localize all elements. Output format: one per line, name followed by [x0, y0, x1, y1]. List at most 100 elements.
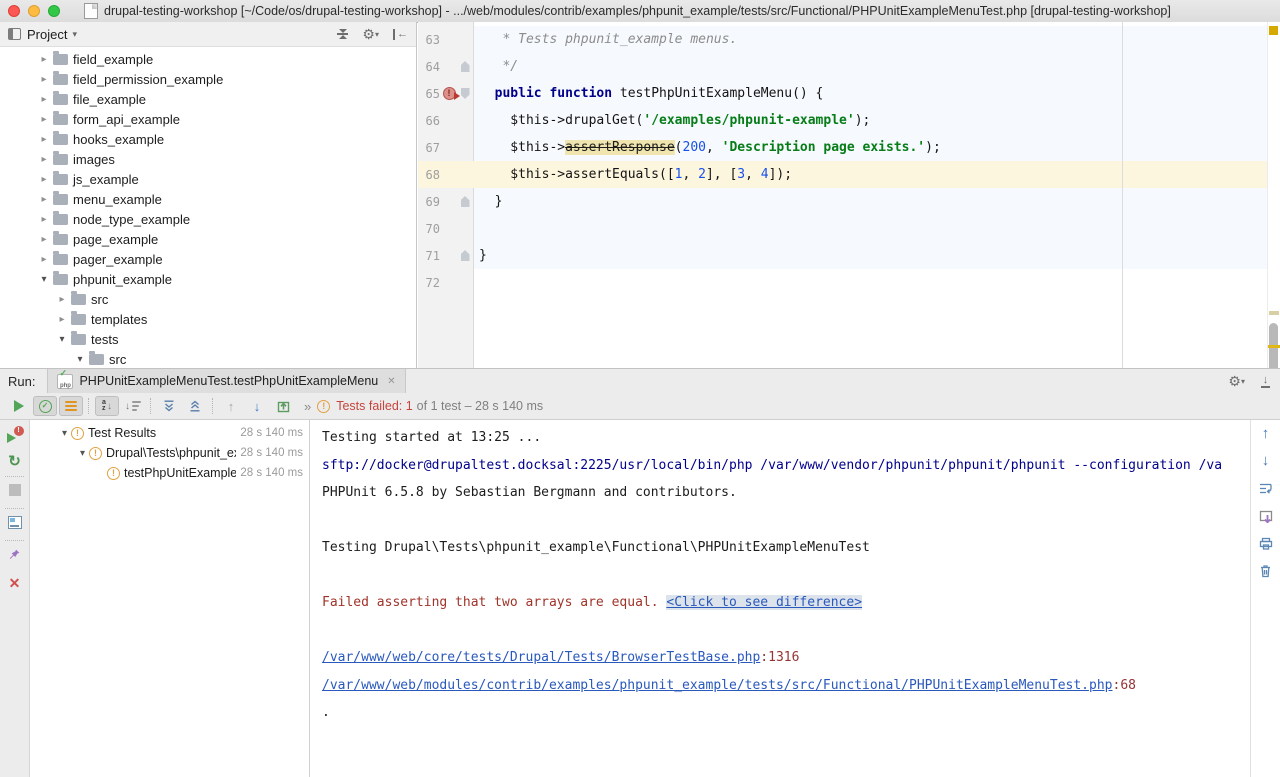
diff-link[interactable]: <Click to see difference> [666, 595, 862, 610]
chevron-down-icon[interactable]: ▾ [76, 448, 89, 459]
collapse-all-icon[interactable] [183, 396, 207, 416]
chevron-right-icon[interactable]: ▸ [38, 54, 50, 65]
code-text[interactable]: * Tests phpunit_example menus. [474, 26, 1268, 53]
warning-stripe-mark[interactable] [1268, 345, 1280, 348]
code-line[interactable]: 70 [418, 215, 1268, 242]
editor[interactable]: 63 * Tests phpunit_example menus.64 */65… [418, 22, 1280, 368]
chevron-right-icon[interactable]: ▸ [38, 134, 50, 145]
code-line[interactable]: 71} [418, 242, 1268, 269]
stack-trace-link[interactable]: /var/www/web/modules/contrib/examples/ph… [322, 678, 1113, 693]
code-text[interactable]: } [474, 242, 1268, 269]
rerun-icon[interactable]: ↻ [0, 454, 29, 469]
project-tree-item[interactable]: ▸node_type_example [38, 209, 416, 229]
code-text[interactable]: } [474, 188, 1268, 215]
close-icon[interactable]: ✕ [0, 576, 29, 590]
code-line[interactable]: 72 [418, 269, 1268, 296]
chevron-right-icon[interactable]: ▸ [38, 194, 50, 205]
chevron-right-icon[interactable]: ▸ [38, 254, 50, 265]
code-line[interactable]: 69 } [418, 188, 1268, 215]
close-window-button[interactable] [8, 5, 20, 17]
code-text[interactable] [474, 269, 1268, 296]
hide-panel-icon[interactable]: ← [393, 29, 408, 40]
close-icon[interactable]: ✕ [387, 376, 395, 387]
clear-all-icon[interactable] [1251, 564, 1280, 578]
project-tree-item[interactable]: ▸field_example [38, 49, 416, 69]
project-tree-item[interactable]: ▸pager_example [38, 249, 416, 269]
test-console[interactable]: Testing started at 13:25 ...sftp://docke… [310, 420, 1250, 777]
more-chevron-icon[interactable]: » [304, 399, 311, 414]
fold-marker-icon[interactable] [461, 88, 470, 99]
collapse-vertical-icon[interactable] [337, 27, 348, 41]
project-tree-item[interactable]: ▾tests [38, 329, 416, 349]
export-test-results-icon[interactable] [271, 396, 295, 416]
project-tree-item[interactable]: ▸page_example [38, 229, 416, 249]
project-tree-item[interactable]: ▾src [38, 349, 416, 369]
settings-gear-icon[interactable]: ⚙▾ [1228, 374, 1245, 388]
rerun-failed-tests-icon[interactable]: ! [0, 429, 29, 443]
show-passed-icon[interactable]: ✓ [33, 396, 57, 416]
chevron-right-icon[interactable]: ▸ [56, 294, 68, 305]
project-tree-item[interactable]: ▸images [38, 149, 416, 169]
error-stripe-indicator[interactable] [1269, 26, 1278, 35]
rerun-icon[interactable] [7, 396, 31, 416]
chevron-right-icon[interactable]: ▸ [38, 74, 50, 85]
fold-marker-icon[interactable] [461, 196, 470, 207]
minimize-window-button[interactable] [28, 5, 40, 17]
zoom-window-button[interactable] [48, 5, 60, 17]
code-line[interactable]: 66 $this->drupalGet('/examples/phpunit-e… [418, 107, 1268, 134]
project-tree-item[interactable]: ▸field_permission_example [38, 69, 416, 89]
project-panel-title[interactable]: Project [27, 27, 67, 42]
chevron-right-icon[interactable]: ▸ [38, 174, 50, 185]
next-failed-test-icon[interactable]: ↓ [245, 396, 269, 416]
soft-wrap-icon[interactable] [1251, 482, 1280, 495]
editor-scrollbar[interactable] [1267, 22, 1280, 368]
warning-stripe-mark[interactable] [1269, 311, 1279, 315]
run-tab[interactable]: php PHPUnitExampleMenuTest.testPhpUnitEx… [47, 369, 405, 393]
chevron-down-icon[interactable]: ▾ [74, 354, 86, 365]
chevron-right-icon[interactable]: ▸ [38, 114, 50, 125]
chevron-right-icon[interactable]: ▸ [38, 154, 50, 165]
project-tree-item[interactable]: ▸menu_example [38, 189, 416, 209]
fold-marker-icon[interactable] [461, 61, 470, 72]
test-tree-item[interactable]: ▾!Test Results28 s 140 ms [30, 423, 309, 443]
hide-tool-window-icon[interactable]: ↓ [1261, 375, 1270, 388]
test-tree-item[interactable]: ▾!Drupal\Tests\phpunit_ex28 s 140 ms [30, 443, 309, 463]
code-text[interactable] [474, 215, 1268, 242]
settings-gear-icon[interactable]: ⚙▾ [362, 27, 379, 41]
sort-by-duration-icon[interactable]: ↓ [121, 396, 145, 416]
stop-icon[interactable] [0, 484, 29, 496]
code-text[interactable]: */ [474, 53, 1268, 80]
sort-alphabetically-icon[interactable]: az↓ [95, 396, 119, 416]
chevron-down-icon[interactable]: ▾ [72, 29, 77, 40]
code-line[interactable]: 68 $this->assertEquals([1, 2], [3, 4]); [418, 161, 1268, 188]
project-tree-item[interactable]: ▸hooks_example [38, 129, 416, 149]
code-text[interactable]: public function testPhpUnitExampleMenu()… [474, 80, 1268, 107]
show-ignored-icon[interactable] [59, 396, 83, 416]
chevron-down-icon[interactable]: ▾ [38, 274, 50, 285]
chevron-right-icon[interactable]: ▸ [38, 234, 50, 245]
test-tree-item[interactable]: !testPhpUnitExampleM28 s 140 ms [30, 463, 309, 483]
print-icon[interactable] [1251, 537, 1280, 550]
code-line[interactable]: 63 * Tests phpunit_example menus. [418, 26, 1268, 53]
project-tree-item[interactable]: ▸file_example [38, 89, 416, 109]
project-tree-item[interactable]: ▸js_example [38, 169, 416, 189]
pin-tab-icon[interactable] [0, 548, 29, 561]
chevron-right-icon[interactable]: ▸ [38, 94, 50, 105]
code-text[interactable]: $this->assertEquals([1, 2], [3, 4]); [474, 161, 1268, 188]
expand-all-icon[interactable] [157, 396, 181, 416]
rerun-failed-test-icon[interactable]: ! [443, 87, 456, 100]
chevron-right-icon[interactable]: ▸ [56, 314, 68, 325]
project-tree-item[interactable]: ▾phpunit_example [38, 269, 416, 289]
previous-failed-test-icon[interactable]: ↑ [219, 396, 243, 416]
fold-marker-icon[interactable] [461, 250, 470, 261]
project-tree-item[interactable]: ▸form_api_example [38, 109, 416, 129]
chevron-right-icon[interactable]: ▸ [38, 214, 50, 225]
project-tree-item[interactable]: ▸src [38, 289, 416, 309]
code-line[interactable]: 64 */ [418, 53, 1268, 80]
open-results-icon[interactable] [1251, 510, 1280, 523]
code-line[interactable]: 65! public function testPhpUnitExampleMe… [418, 80, 1268, 107]
project-tree-item[interactable]: ▸templates [38, 309, 416, 329]
chevron-down-icon[interactable]: ▾ [56, 334, 68, 345]
stack-trace-link[interactable]: /var/www/web/core/tests/Drupal/Tests/Bro… [322, 650, 760, 665]
scroll-up-icon[interactable]: ↑ [1251, 426, 1280, 441]
